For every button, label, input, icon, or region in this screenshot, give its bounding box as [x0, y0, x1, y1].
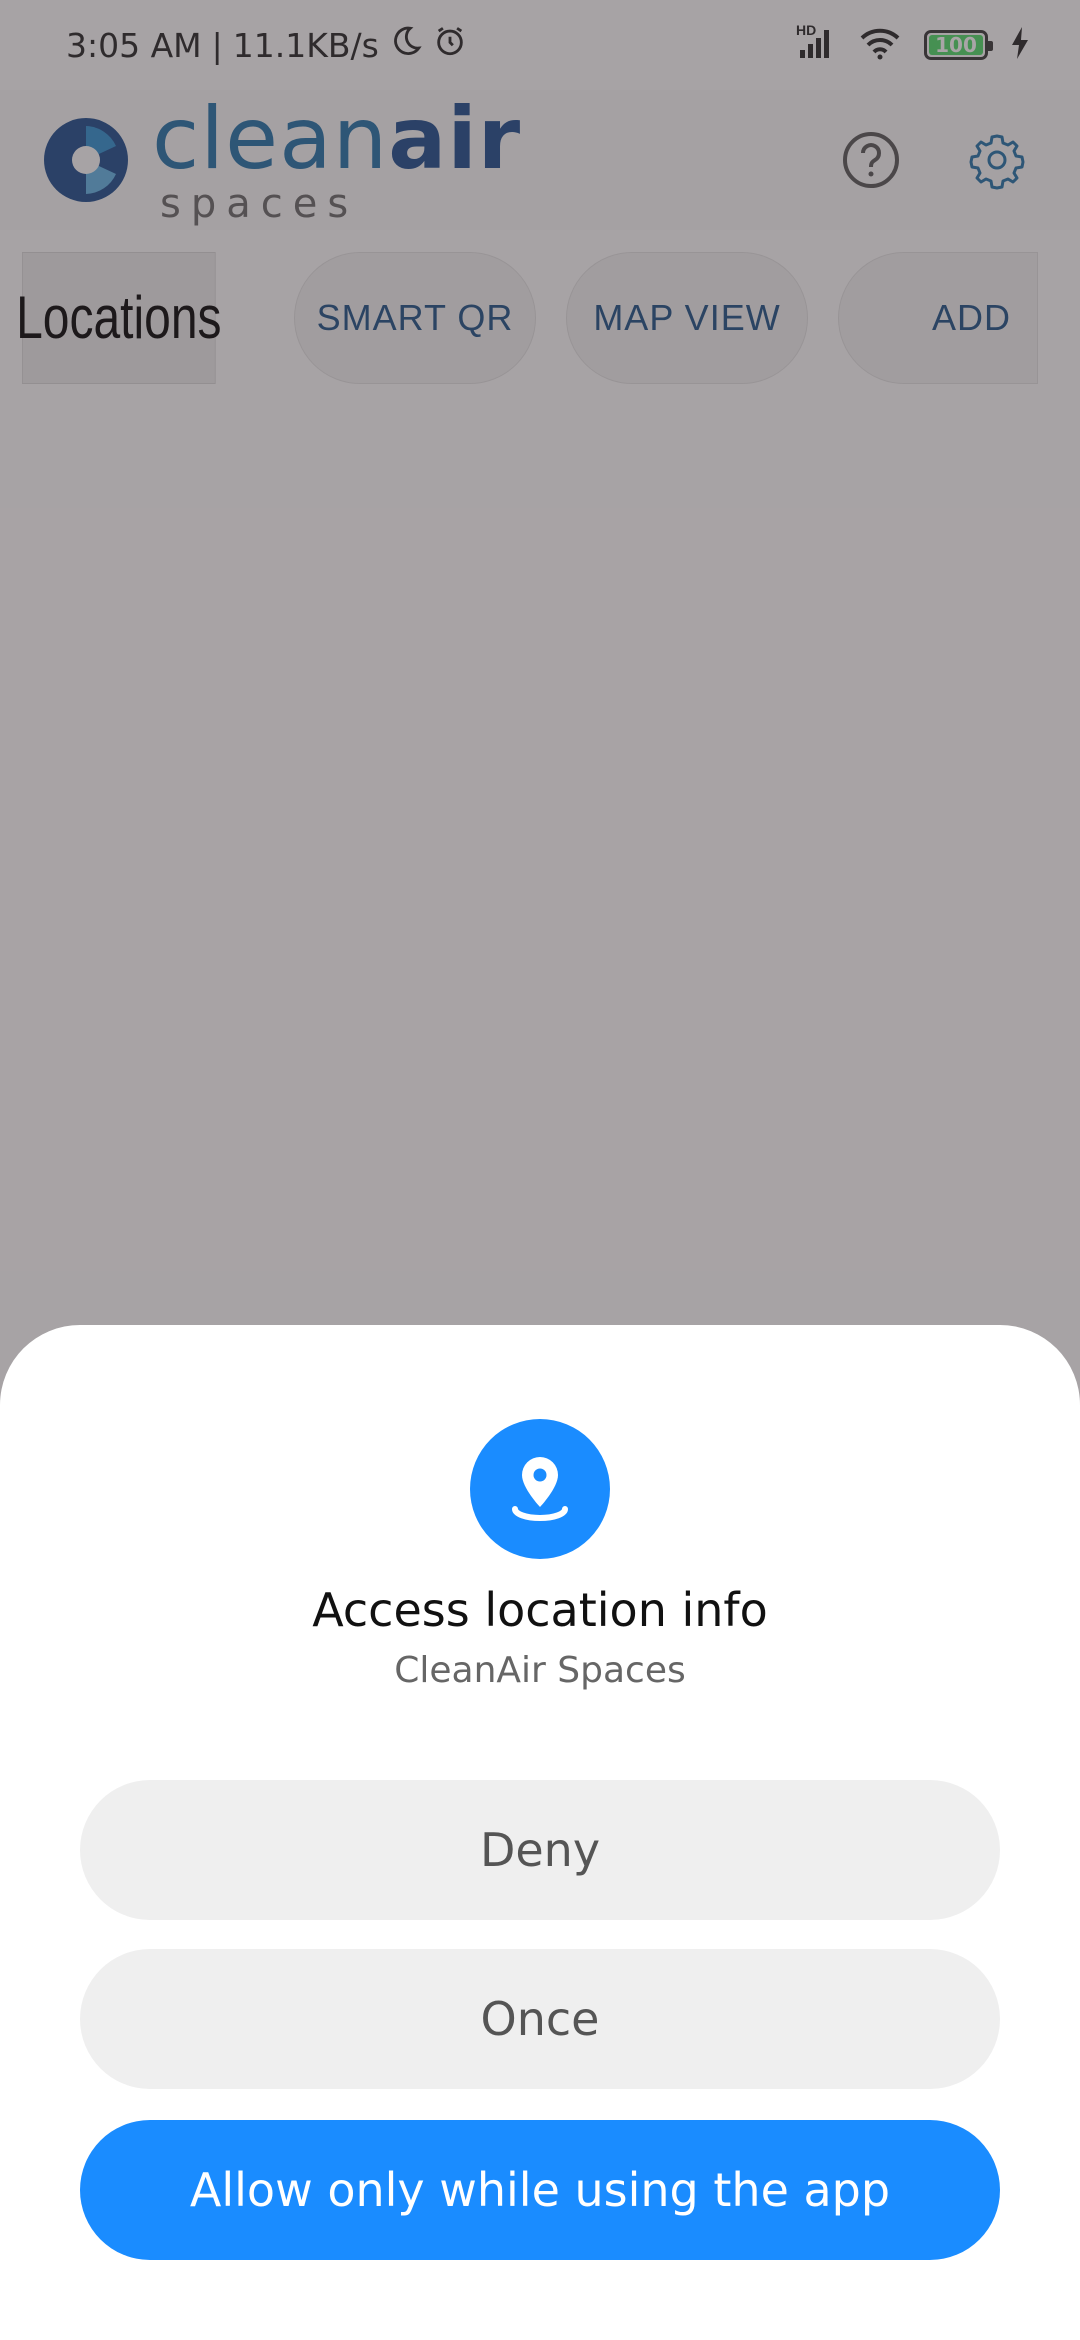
deny-button[interactable]: Deny: [80, 1780, 1000, 1920]
allow-while-using-button[interactable]: Allow only while using the app: [80, 2120, 1000, 2260]
once-button[interactable]: Once: [80, 1949, 1000, 2089]
permission-title: Access location info: [312, 1583, 768, 1637]
permission-app-name: CleanAir Spaces: [394, 1650, 686, 1691]
location-permission-sheet: Access location info CleanAir Spaces Den…: [0, 1325, 1080, 2340]
location-pin-icon: [470, 1419, 610, 1559]
